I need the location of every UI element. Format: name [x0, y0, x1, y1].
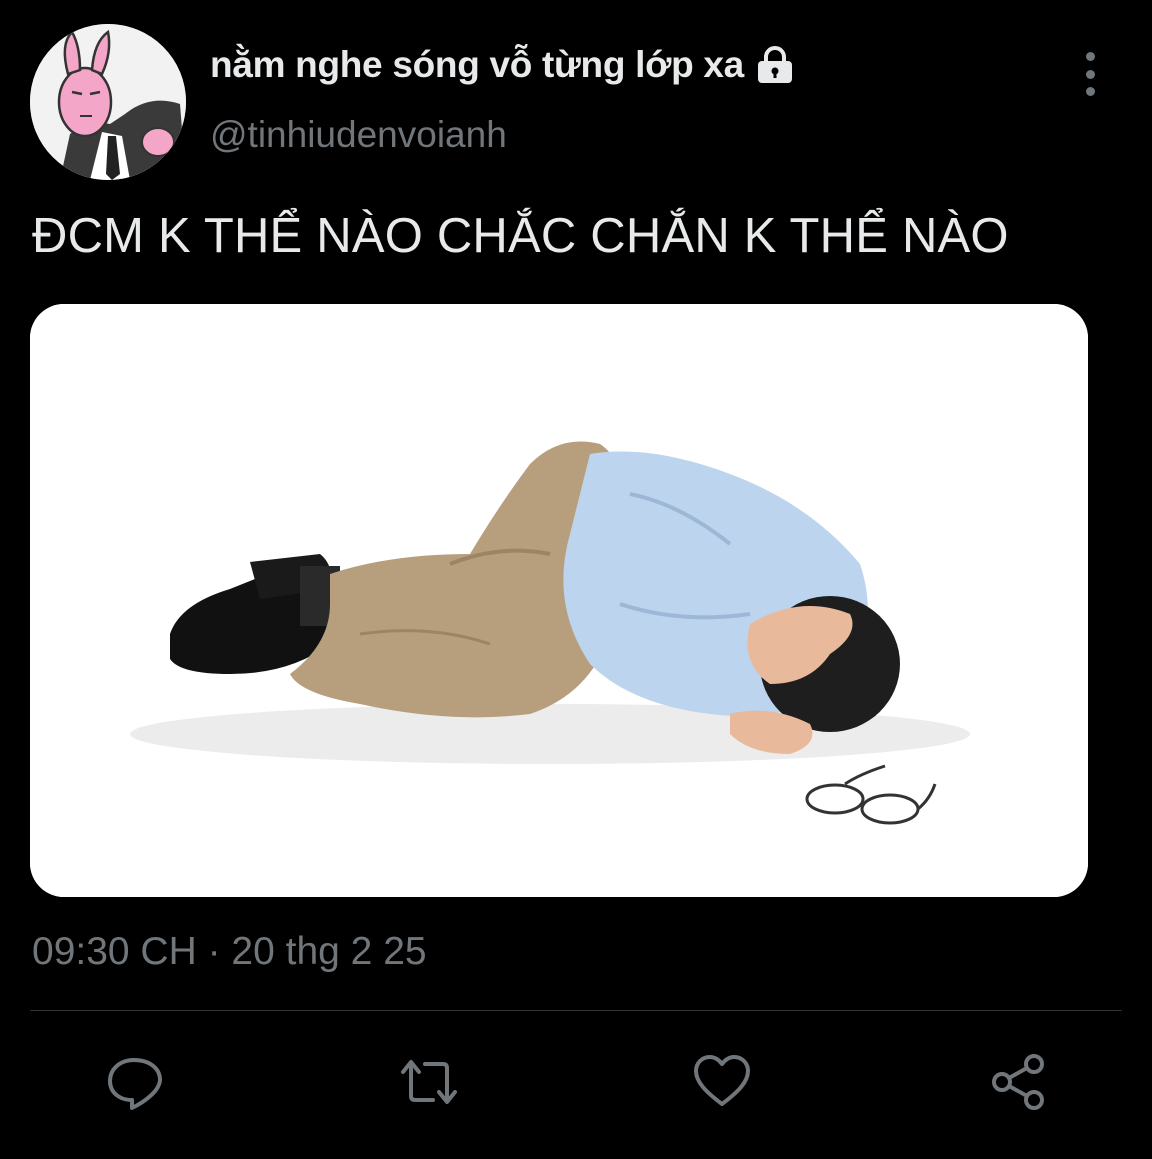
tweet-detail: nằm nghe sóng vỗ từng lớp xa @tinhiudenv… [0, 0, 1152, 1159]
more-options-button[interactable] [1070, 52, 1110, 96]
divider [30, 1010, 1122, 1011]
reply-icon [108, 1058, 162, 1110]
tweet-timestamp[interactable]: 09:30 CH · 20 thg 2 25 [32, 930, 427, 974]
user-handle[interactable]: @tinhiudenvoianh [210, 114, 507, 156]
man-curled-on-floor-photo [30, 304, 1088, 897]
share-icon [992, 1054, 1044, 1110]
heart-icon [694, 1055, 750, 1106]
avatar-image [30, 24, 186, 180]
more-dot-icon [1085, 87, 1095, 96]
reply-button[interactable] [102, 1046, 166, 1118]
display-name-text: nằm nghe sóng vỗ từng lớp xa [210, 44, 744, 85]
retweet-icon [401, 1060, 457, 1104]
like-button[interactable] [690, 1046, 754, 1118]
more-dot-icon [1085, 69, 1095, 79]
retweet-button[interactable] [397, 1046, 461, 1118]
display-name[interactable]: nằm nghe sóng vỗ từng lớp xa [210, 44, 796, 86]
avatar[interactable] [30, 24, 186, 180]
tweet-action-bar [0, 1046, 1152, 1118]
lock-icon [754, 45, 796, 85]
share-button[interactable] [986, 1046, 1050, 1118]
tweet-media-image[interactable] [30, 304, 1088, 897]
tweet-text: ĐCM K THỂ NÀO CHẮC CHẮN K THỂ NÀO [32, 209, 1009, 263]
more-dot-icon [1085, 52, 1095, 61]
